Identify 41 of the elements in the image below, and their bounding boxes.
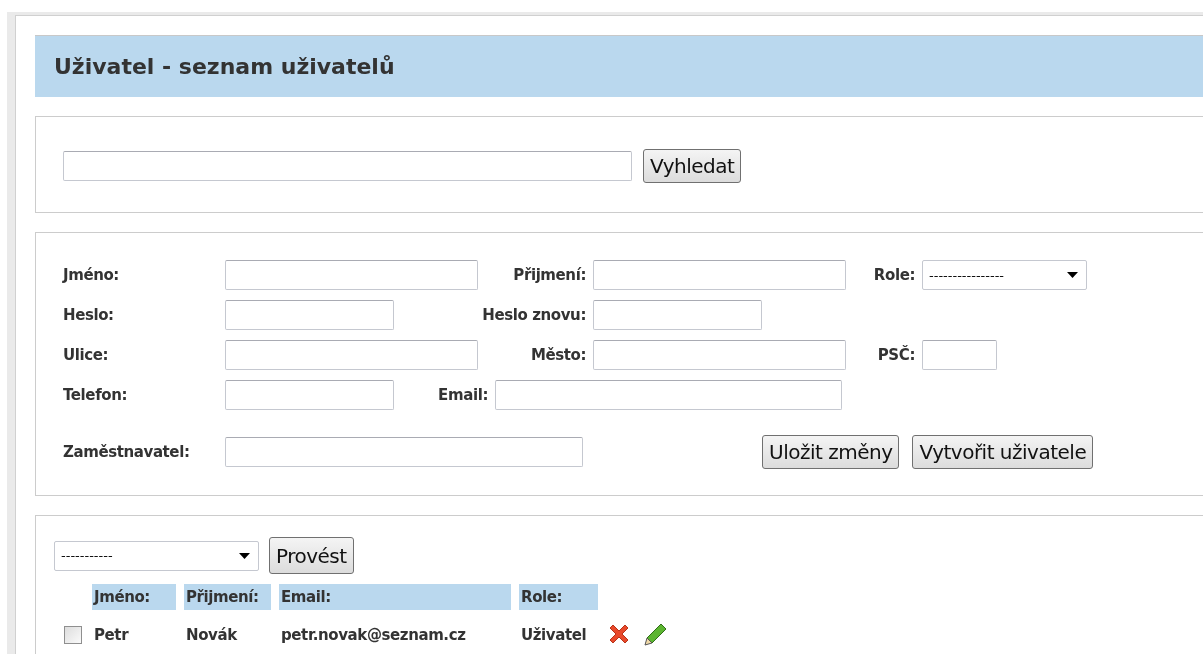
field-label: Jméno: bbox=[63, 266, 120, 284]
table-cell-text: Uživatel bbox=[520, 626, 588, 644]
text-field[interactable] bbox=[593, 260, 846, 290]
field-label: Email: bbox=[437, 386, 489, 404]
text-field[interactable] bbox=[593, 300, 762, 330]
field-label: Heslo: bbox=[63, 306, 115, 324]
field-label: PSČ: bbox=[876, 346, 916, 364]
caret-icon bbox=[239, 552, 250, 559]
table-cell-text: Petr bbox=[93, 626, 130, 644]
column-header: Email: bbox=[279, 584, 511, 610]
text-field[interactable] bbox=[922, 340, 997, 370]
text-field[interactable] bbox=[225, 380, 394, 410]
field-label: Telefon: bbox=[63, 386, 129, 404]
table-cell-text: Novák bbox=[185, 626, 238, 644]
column-header: Přijmení: bbox=[184, 584, 271, 610]
text-field[interactable] bbox=[225, 300, 394, 330]
column-header: Jméno: bbox=[92, 584, 176, 610]
text-field[interactable] bbox=[593, 340, 846, 370]
save-button[interactable]: Uložit změny bbox=[762, 435, 900, 469]
caret-icon bbox=[1067, 272, 1078, 278]
text-field[interactable] bbox=[225, 437, 583, 467]
create-button[interactable]: Vytvořit uživatele bbox=[912, 435, 1094, 469]
search-button[interactable]: Vyhledat bbox=[643, 149, 742, 183]
pencil-icon[interactable] bbox=[642, 622, 668, 648]
text-field[interactable] bbox=[225, 260, 478, 290]
column-header: Role: bbox=[519, 584, 598, 610]
field-label: Přijmení: bbox=[512, 266, 587, 284]
table-cell-text: petr.novak@seznam.cz bbox=[280, 626, 467, 644]
page-title: Uživatel - seznam uživatelů bbox=[54, 54, 395, 79]
role-dropdown[interactable]: ---------------- bbox=[922, 260, 1087, 290]
field-label: Ulice: bbox=[63, 346, 110, 364]
text-field[interactable] bbox=[225, 340, 478, 370]
field-label: Role: bbox=[872, 266, 916, 284]
execute-button[interactable]: Provést bbox=[269, 537, 354, 574]
field-label: Heslo znovu: bbox=[481, 306, 587, 324]
field-label: Město: bbox=[529, 346, 587, 364]
action-dropdown[interactable]: ----------- bbox=[54, 540, 259, 571]
row-checkbox[interactable] bbox=[64, 626, 82, 644]
text-field[interactable] bbox=[495, 380, 842, 410]
search-field[interactable] bbox=[63, 151, 632, 181]
field-label: Zaměstnavatel: bbox=[63, 443, 191, 461]
